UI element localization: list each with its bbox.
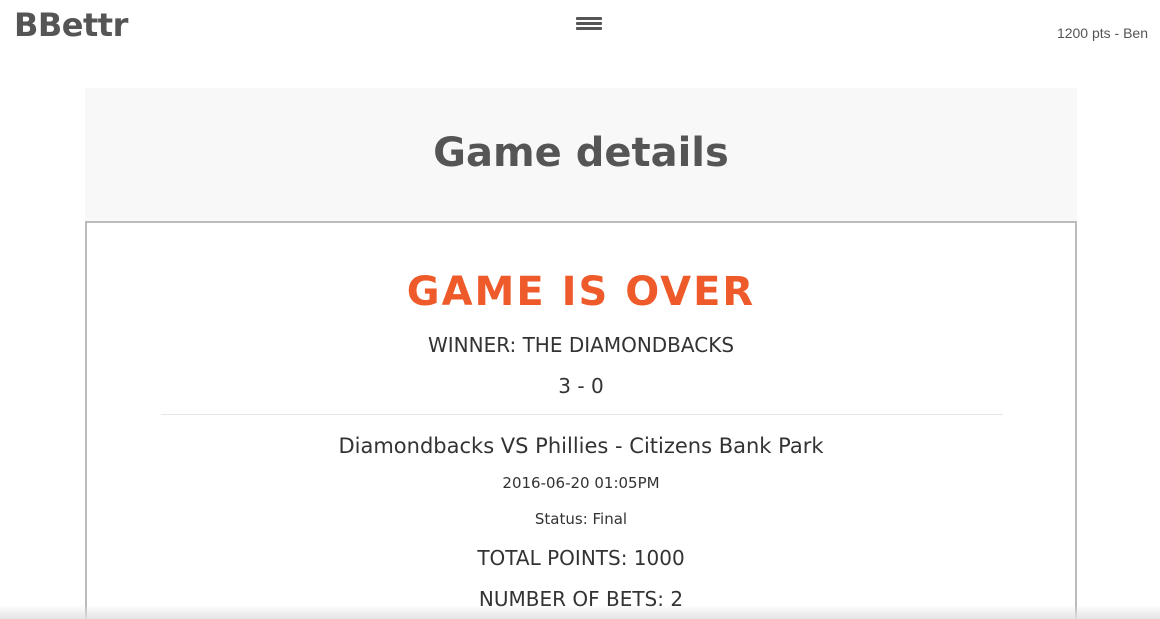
score-text: 3 - 0 <box>558 374 604 398</box>
matchup-text: Diamondbacks VS Phillies - Citizens Bank… <box>338 434 824 458</box>
page-title: Game details <box>433 130 729 176</box>
number-of-bets: NUMBER OF BETS: 2 <box>478 587 684 611</box>
total-points: TOTAL POINTS: 1000 <box>477 546 685 570</box>
game-datetime: 2016-06-20 01:05PM <box>502 474 660 492</box>
hamburger-menu-icon <box>576 17 604 30</box>
page-header-band: Game details <box>85 88 1077 222</box>
divider <box>161 414 1003 415</box>
page: BBettr 1200 pts - Ben Game details GAME … <box>0 0 1160 619</box>
menu-button[interactable] <box>576 14 604 36</box>
game-details-card: GAME IS OVER WINNER: THE DIAMONDBACKS 3 … <box>85 221 1077 619</box>
game-status: Status: Final <box>534 510 628 528</box>
user-points[interactable]: 1200 pts - Ben <box>1057 25 1148 41</box>
game-status-banner: GAME IS OVER <box>406 269 756 315</box>
logo[interactable]: BBettr <box>14 6 128 44</box>
winner-text: WINNER: THE DIAMONDBACKS <box>427 333 735 357</box>
